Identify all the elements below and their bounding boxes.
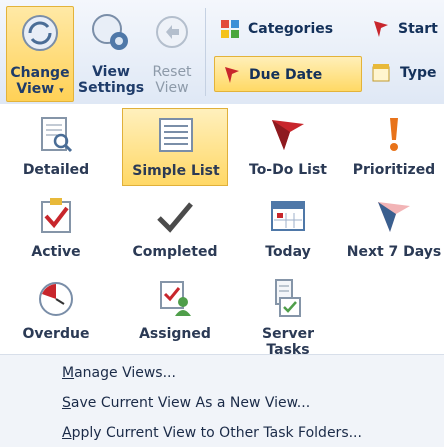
view-option-label: Assigned <box>139 326 211 342</box>
due-date-label: Due Date <box>249 67 323 83</box>
view-option-server-tasks[interactable]: Server Tasks <box>238 272 338 358</box>
view-settings-label-1: View <box>92 64 130 80</box>
change-view-label-2: View <box>16 81 55 97</box>
prioritized-icon <box>390 118 398 151</box>
view-gallery: Detailed Simple List To-Do List Prioriti… <box>0 104 444 358</box>
view-option-label: Overdue <box>22 326 90 342</box>
server-tasks-icon <box>275 279 301 317</box>
due-date-button[interactable]: Due Date <box>214 56 362 92</box>
simple-list-icon <box>159 118 193 152</box>
chevron-down-icon: ▾ <box>59 86 64 96</box>
view-option-assigned[interactable]: Assigned <box>122 272 228 348</box>
ribbon-separator <box>205 8 206 96</box>
view-option-label: Today <box>265 244 311 260</box>
change-view-icon <box>22 15 58 51</box>
view-option-label: Detailed <box>22 162 90 178</box>
manage-views-label: anage Views... <box>74 365 176 381</box>
view-option-todo-list[interactable]: To-Do List <box>238 108 338 184</box>
detailed-view-icon <box>41 117 73 153</box>
next7-flag-icon <box>378 202 410 232</box>
apply-view-label: pply Current View to Other Task Folders.… <box>71 425 362 441</box>
change-view-button[interactable]: Change View ▾ <box>6 6 74 102</box>
view-option-detailed[interactable]: Detailed <box>6 108 106 184</box>
view-option-label: Active <box>31 244 81 260</box>
start-date-flag-icon <box>374 21 388 37</box>
completed-check-icon <box>157 202 193 233</box>
save-view-access-key: S <box>62 395 71 411</box>
type-label: Type <box>400 65 437 81</box>
view-settings-gear-icon <box>92 14 128 50</box>
save-view-label: ave Current View As a New View... <box>70 395 311 411</box>
view-option-label: Simple List <box>132 163 220 179</box>
view-option-completed[interactable]: Completed <box>122 190 228 266</box>
view-option-simple-list[interactable]: Simple List <box>122 108 228 186</box>
apply-current-view-menu-item[interactable]: Apply Current View to Other Task Folders… <box>62 425 362 441</box>
view-option-today[interactable]: Today <box>238 190 338 266</box>
overdue-clock-icon <box>39 282 73 316</box>
active-check-icon <box>41 198 71 233</box>
start-date-button[interactable]: Start I <box>372 14 444 44</box>
view-option-label: To-Do List <box>249 162 327 178</box>
assigned-icon <box>160 281 191 316</box>
type-icon <box>372 64 390 82</box>
ribbon: Change View ▾ View Settings Reset View C… <box>0 0 444 105</box>
view-menu: Manage Views... Save Current View As a N… <box>0 354 444 447</box>
manage-views-menu-item[interactable]: Manage Views... <box>62 365 176 381</box>
view-option-next-7-days[interactable]: Next 7 Days <box>344 190 444 266</box>
save-current-view-menu-item[interactable]: Save Current View As a New View... <box>62 395 310 411</box>
change-view-label-1: Change <box>10 65 70 81</box>
apply-view-access-key: A <box>62 425 72 441</box>
categories-label: Categories <box>248 21 334 37</box>
reset-view-icon <box>156 16 188 48</box>
view-option-label: Next 7 Days <box>346 244 442 260</box>
start-date-label: Start I <box>398 21 444 37</box>
todo-flag-icon <box>272 120 304 150</box>
view-option-overdue[interactable]: Overdue <box>6 272 106 348</box>
type-button[interactable]: Type <box>372 58 437 88</box>
view-option-label: Prioritized <box>352 162 436 178</box>
reset-view-label-2: View <box>155 80 189 96</box>
categories-button[interactable]: Categories <box>220 14 333 44</box>
view-option-prioritized[interactable]: Prioritized <box>344 108 444 184</box>
today-calendar-icon <box>271 201 305 231</box>
categories-icon <box>221 20 239 38</box>
view-option-active[interactable]: Active <box>6 190 106 266</box>
reset-view-button[interactable]: Reset View <box>144 6 200 100</box>
view-settings-label-2: Settings <box>78 80 145 96</box>
due-date-flag-icon <box>225 67 239 83</box>
view-option-label: Completed <box>132 244 218 260</box>
manage-views-access-key: M <box>62 365 75 381</box>
reset-view-label-1: Reset <box>152 64 192 80</box>
view-settings-button[interactable]: View Settings <box>78 6 144 100</box>
